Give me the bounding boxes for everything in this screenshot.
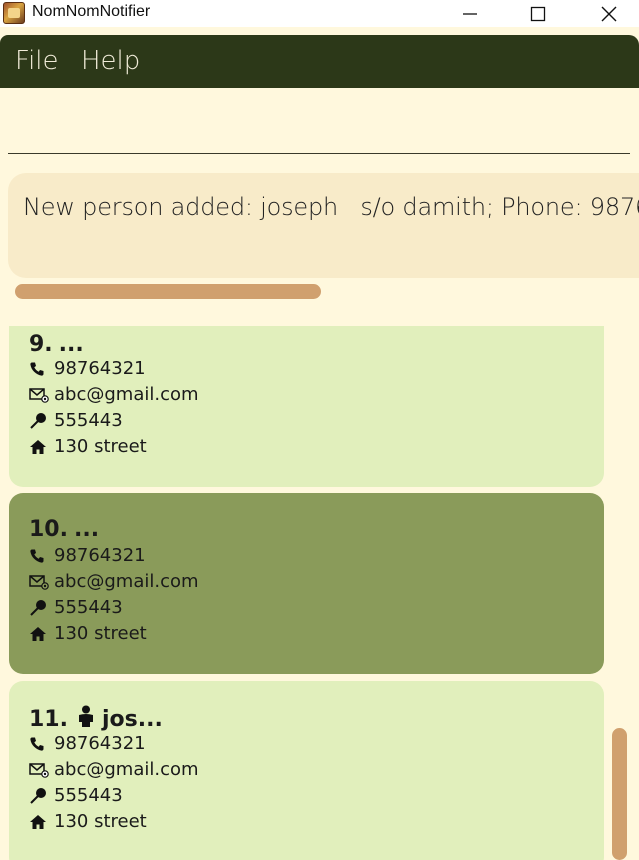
app-icon [3, 2, 25, 24]
person-list: 9. ... 98764321 abc@gmail.com 555443 130… [0, 326, 639, 860]
postal-field: 555443 [29, 785, 123, 806]
address-value: 130 street [54, 436, 147, 457]
phone-field: 98764321 [29, 733, 146, 754]
home-icon [29, 625, 51, 643]
address-field: 130 street [29, 811, 147, 832]
email-icon [29, 761, 51, 779]
address-value: 130 street [54, 623, 147, 644]
person-icon [76, 705, 96, 733]
phone-icon [29, 360, 51, 378]
person-name: ... [73, 517, 100, 542]
menu-help[interactable]: Help [81, 46, 140, 76]
person-name: jos... [101, 706, 163, 732]
maximize-icon [530, 6, 546, 21]
phone-value: 98764321 [54, 358, 146, 379]
minimize-icon [463, 12, 477, 15]
person-name: ... [58, 332, 84, 357]
address-field: 130 street [29, 436, 147, 457]
postal-value: 555443 [54, 410, 123, 431]
window-title: NomNomNotifier [32, 3, 151, 20]
phone-value: 98764321 [54, 733, 146, 754]
address-field: 130 street [29, 623, 147, 644]
person-index: 11. [29, 706, 68, 732]
person-index: 10. [29, 517, 68, 542]
list-vertical-scrollbar[interactable] [612, 728, 627, 860]
pin-icon [29, 599, 51, 617]
person-card[interactable]: 11. jos... 98764321 abc@gmail.com 555443… [9, 681, 604, 860]
result-display: New person added: joseph s/o damith; Pho… [8, 173, 639, 278]
email-value: abc@gmail.com [54, 571, 199, 592]
postal-field: 555443 [29, 597, 123, 618]
email-value: abc@gmail.com [54, 384, 199, 405]
pin-icon [29, 787, 51, 805]
menu-bar: File Help [0, 35, 639, 88]
address-value: 130 street [54, 811, 147, 832]
phone-field: 98764321 [29, 358, 146, 379]
postal-field: 555443 [29, 410, 123, 431]
command-box [0, 88, 639, 156]
home-icon [29, 438, 51, 456]
close-icon [601, 6, 617, 21]
email-field: abc@gmail.com [29, 384, 199, 405]
email-icon [29, 386, 51, 404]
person-card[interactable]: 9. ... 98764321 abc@gmail.com 555443 130… [9, 326, 604, 487]
maximize-button[interactable] [515, 0, 561, 27]
person-card-header: 11. jos... [29, 705, 163, 733]
postal-value: 555443 [54, 597, 123, 618]
postal-value: 555443 [54, 785, 123, 806]
title-bar: NomNomNotifier [0, 0, 639, 27]
email-value: abc@gmail.com [54, 759, 199, 780]
menu-file[interactable]: File [15, 46, 59, 76]
email-icon [29, 573, 51, 591]
person-card-selected[interactable]: 10. ... 98764321 abc@gmail.com 555443 13… [9, 493, 604, 674]
phone-icon [29, 735, 51, 753]
phone-icon [29, 547, 51, 565]
phone-value: 98764321 [54, 545, 146, 566]
result-text: New person added: joseph s/o damith; Pho… [23, 193, 639, 221]
pin-icon [29, 412, 51, 430]
minimize-button[interactable] [447, 0, 493, 27]
command-input[interactable] [8, 88, 630, 154]
email-field: abc@gmail.com [29, 759, 199, 780]
person-card-header: 9. ... [29, 332, 84, 357]
person-index: 9. [29, 332, 53, 357]
home-icon [29, 813, 51, 831]
email-field: abc@gmail.com [29, 571, 199, 592]
person-card-header: 10. ... [29, 517, 99, 542]
phone-field: 98764321 [29, 545, 146, 566]
close-button[interactable] [586, 0, 632, 27]
result-horizontal-scrollbar[interactable] [15, 284, 321, 299]
